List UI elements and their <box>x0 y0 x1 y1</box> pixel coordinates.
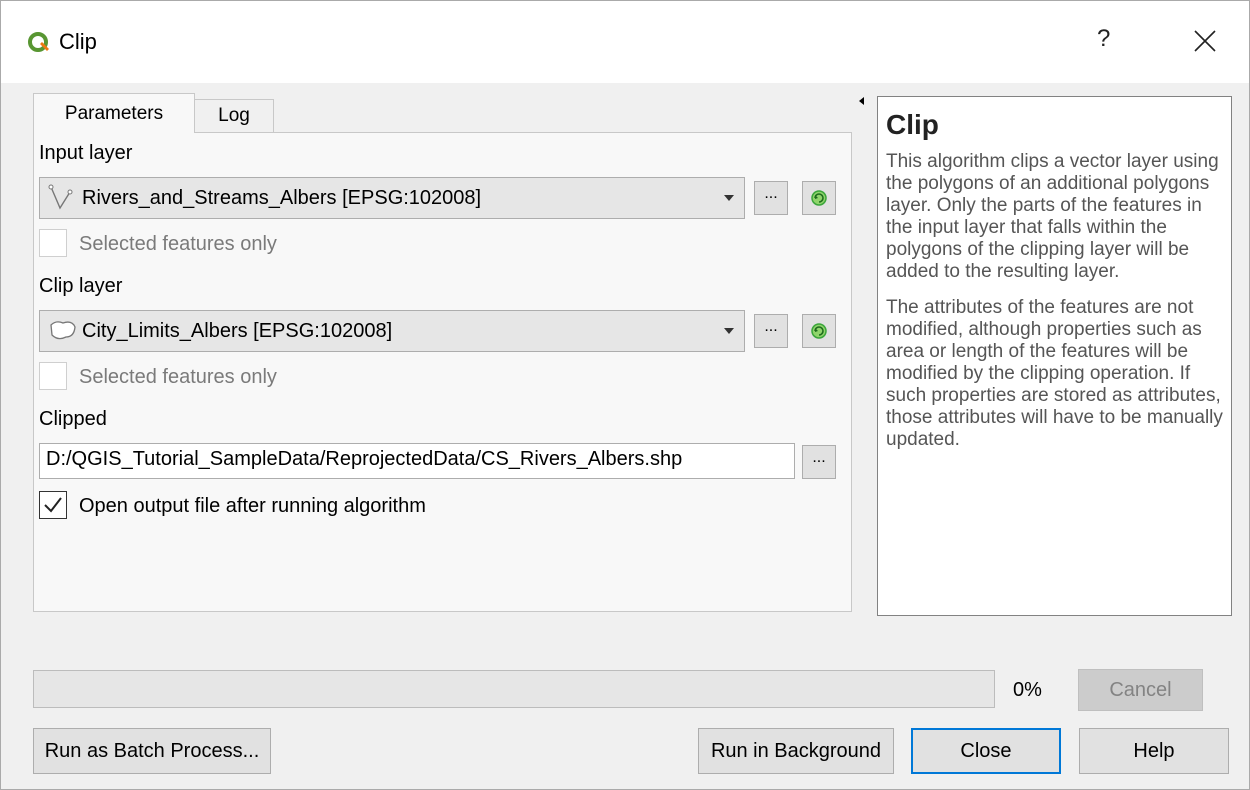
help-button[interactable]: Help <box>1079 728 1229 774</box>
chevron-down-icon <box>724 195 734 201</box>
close-button[interactable]: Close <box>911 728 1061 774</box>
clip-layer-value: City_Limits_Albers [EPSG:102008] <box>82 319 393 342</box>
qgis-logo-icon <box>28 32 49 52</box>
help-title: Clip <box>886 109 939 140</box>
input-layer-value: Rivers_and_Streams_Albers [EPSG:102008] <box>82 186 482 209</box>
open-output-checkbox[interactable] <box>39 491 67 519</box>
clip-layer-label: Clip layer <box>39 275 123 297</box>
input-layer-label: Input layer <box>39 142 133 164</box>
tab-log[interactable]: Log <box>194 99 274 133</box>
clip-selected-only-label: Selected features only <box>79 366 277 388</box>
checkmark-icon <box>44 497 62 513</box>
help-paragraph: This algorithm clips a vector layer usin… <box>886 151 1219 282</box>
tab-log-label: Log <box>218 105 250 126</box>
title-bar: Clip ? <box>1 1 1249 83</box>
tab-parameters[interactable]: Parameters <box>33 93 195 133</box>
chevron-down-icon <box>724 328 734 334</box>
progress-percent: 0% <box>1013 679 1042 701</box>
clip-layer-browse-button[interactable]: ... <box>754 314 788 348</box>
help-paragraph: The attributes of the features are not m… <box>886 297 1223 450</box>
tab-parameters-label: Parameters <box>64 102 164 124</box>
input-layer-browse-button[interactable]: ... <box>754 181 788 215</box>
input-layer-iterate-button[interactable] <box>802 181 836 215</box>
run-background-button[interactable]: Run in Background <box>698 728 894 774</box>
clip-selected-only-checkbox[interactable] <box>39 362 67 390</box>
run-batch-button[interactable]: Run as Batch Process... <box>33 728 271 774</box>
refresh-icon <box>811 323 827 339</box>
dialog-title: Clip <box>59 29 97 54</box>
input-layer-combo[interactable]: Rivers_and_Streams_Albers [EPSG:102008] <box>39 177 745 219</box>
input-selected-only-checkbox[interactable] <box>39 229 67 257</box>
close-icon[interactable] <box>1191 27 1219 55</box>
clipped-browse-button[interactable]: ... <box>802 445 836 479</box>
clip-dialog: Clip ? Parameters Log Input layer Rivers… <box>0 0 1250 790</box>
input-selected-only-label: Selected features only <box>79 233 277 255</box>
context-help-button[interactable]: ? <box>1097 25 1110 53</box>
clip-layer-iterate-button[interactable] <box>802 314 836 348</box>
line-layer-icon <box>48 184 73 210</box>
refresh-icon <box>811 190 827 206</box>
clip-layer-combo[interactable]: City_Limits_Albers [EPSG:102008] <box>39 310 745 352</box>
algorithm-help-panel: Clip This algorithm clips a vector layer… <box>877 96 1232 616</box>
clipped-label: Clipped <box>39 408 107 430</box>
polygon-layer-icon <box>50 321 76 340</box>
open-output-label: Open output file after running algorithm <box>79 495 426 517</box>
collapse-help-icon[interactable] <box>859 97 864 105</box>
clipped-output-field[interactable]: D:/QGIS_Tutorial_SampleData/ReprojectedD… <box>39 443 795 479</box>
progress-bar <box>33 670 995 708</box>
cancel-button[interactable]: Cancel <box>1078 669 1203 711</box>
